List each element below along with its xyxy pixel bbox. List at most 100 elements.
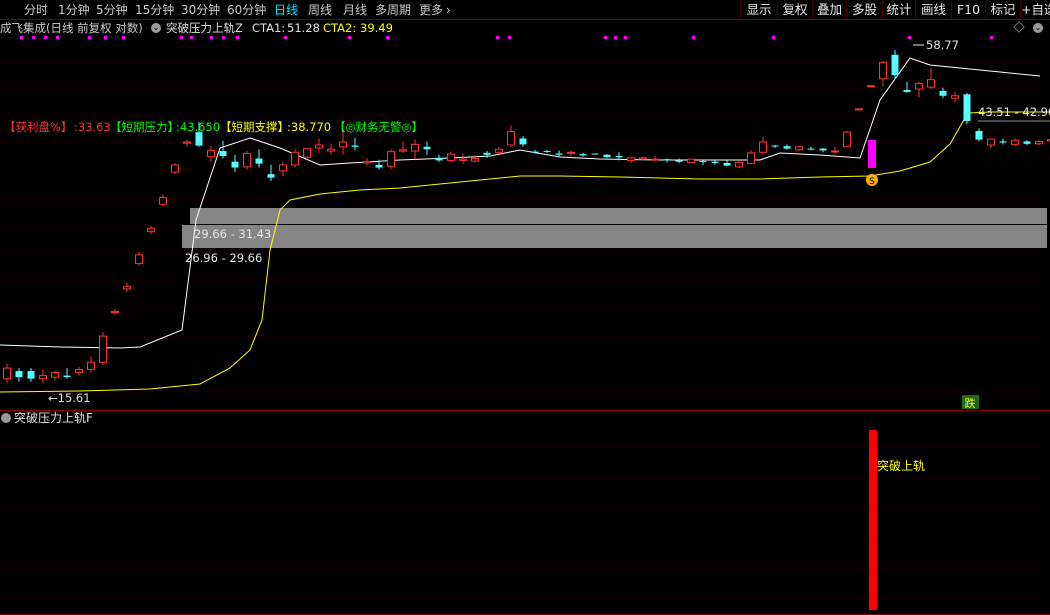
candle-body (411, 143, 419, 152)
candle-body (243, 153, 251, 168)
candle-body (531, 151, 539, 153)
candle-body (135, 254, 143, 264)
short-support-value: :38.770 (287, 120, 331, 134)
candle-body (555, 153, 563, 155)
chevron-down-icon[interactable] (1, 413, 11, 423)
zone-right-label: 43.51 - 42.90 (978, 105, 1050, 119)
zone-lower-label: 26.96 - 29.66 (185, 251, 262, 265)
signal-dot (236, 36, 239, 39)
high-label: 58.77 (926, 38, 959, 52)
candle-body (819, 148, 827, 151)
candle-body (363, 161, 371, 164)
candle-body (795, 146, 803, 151)
candle-body (963, 94, 971, 122)
breakout-bar (869, 430, 877, 610)
candle-body (639, 157, 647, 160)
candle-body (375, 164, 383, 168)
sub-indicator-name: 突破压力上轨F (14, 410, 93, 425)
lower-band-line (0, 111, 1050, 393)
candle-body (207, 149, 215, 158)
candle-body (339, 141, 347, 148)
candle-body (903, 89, 911, 92)
candle-body (579, 154, 587, 156)
candle-body (927, 79, 935, 88)
candle-body (603, 154, 611, 158)
candle-body (483, 152, 491, 155)
signal-dot (180, 36, 183, 39)
signal-dot (908, 36, 911, 39)
candle-body (87, 361, 95, 371)
candle-body (543, 151, 551, 153)
signal-dot (508, 36, 511, 39)
candle-body (987, 138, 995, 146)
candle-body (951, 95, 959, 99)
short-support-label: 【短期支撑】 (220, 120, 289, 134)
signal-marker-label: S (869, 177, 875, 187)
candle-body (759, 141, 767, 153)
signal-dot (104, 36, 107, 39)
signal-dot (284, 36, 287, 39)
candle-body (999, 141, 1007, 143)
candle-body (723, 162, 731, 166)
price-chart: S 58.77 ←15.61 29.66 - 31.43 26.96 - 29.66 43… (0, 36, 1050, 615)
candle-body (567, 151, 575, 154)
candle-body (303, 148, 311, 158)
profit-label: 【获利盘%】 (4, 120, 72, 134)
candle-body (651, 158, 659, 161)
short-pressure-label: 【短期压力】 (110, 120, 179, 134)
candle-body (183, 141, 191, 144)
zone-upper-label: 29.66 - 31.43 (194, 227, 271, 241)
candle-body (63, 375, 71, 378)
signal-dot (386, 36, 389, 39)
signal-dot (44, 36, 47, 39)
signal-dot (614, 36, 617, 39)
signal-dot (692, 36, 695, 39)
candle-body (939, 90, 947, 96)
support-zone-lower (182, 225, 1047, 248)
candle-body (807, 148, 815, 150)
candle-body (471, 158, 479, 162)
candle-body (747, 152, 755, 165)
candle-body (855, 108, 863, 111)
signal-dot (122, 36, 125, 39)
signal-dot (210, 36, 213, 39)
low-label: ←15.61 (48, 391, 91, 405)
signal-dot (222, 36, 225, 39)
candle-body (687, 158, 695, 163)
candle-body (459, 158, 467, 161)
candle-body (663, 159, 671, 161)
candle-body (1023, 141, 1031, 144)
candle-body (495, 148, 503, 153)
candle-body (3, 367, 11, 380)
candle-body (783, 146, 791, 149)
candle-body (735, 161, 743, 168)
candle-body (51, 372, 59, 378)
candle-body (231, 161, 239, 168)
candle-body (255, 158, 263, 164)
candle-body (831, 150, 839, 153)
signal-dot (604, 36, 607, 39)
candle-body (123, 286, 131, 290)
candle-body (351, 145, 359, 147)
signal-dot (32, 36, 35, 39)
candle-body (591, 153, 599, 155)
candle-body (627, 157, 635, 161)
signal-dot (496, 36, 499, 39)
candle-body (27, 371, 35, 379)
breakout-label: 突破上轨 (877, 458, 925, 473)
candle-body (615, 156, 623, 158)
candle-body (771, 145, 779, 147)
candle-body (387, 151, 395, 167)
candle-body (915, 82, 923, 90)
finance-warning: 【◎财务无警◎】 (334, 120, 423, 134)
candle-body (327, 148, 335, 152)
candle-body (195, 132, 203, 146)
candle-body (891, 54, 899, 76)
candle-body (675, 160, 683, 162)
candle-body (219, 151, 227, 157)
signal-dot (348, 36, 351, 39)
signal-dot (772, 36, 775, 39)
candle-body (435, 157, 443, 161)
candle-body (867, 85, 875, 88)
candle-body (1035, 140, 1043, 145)
